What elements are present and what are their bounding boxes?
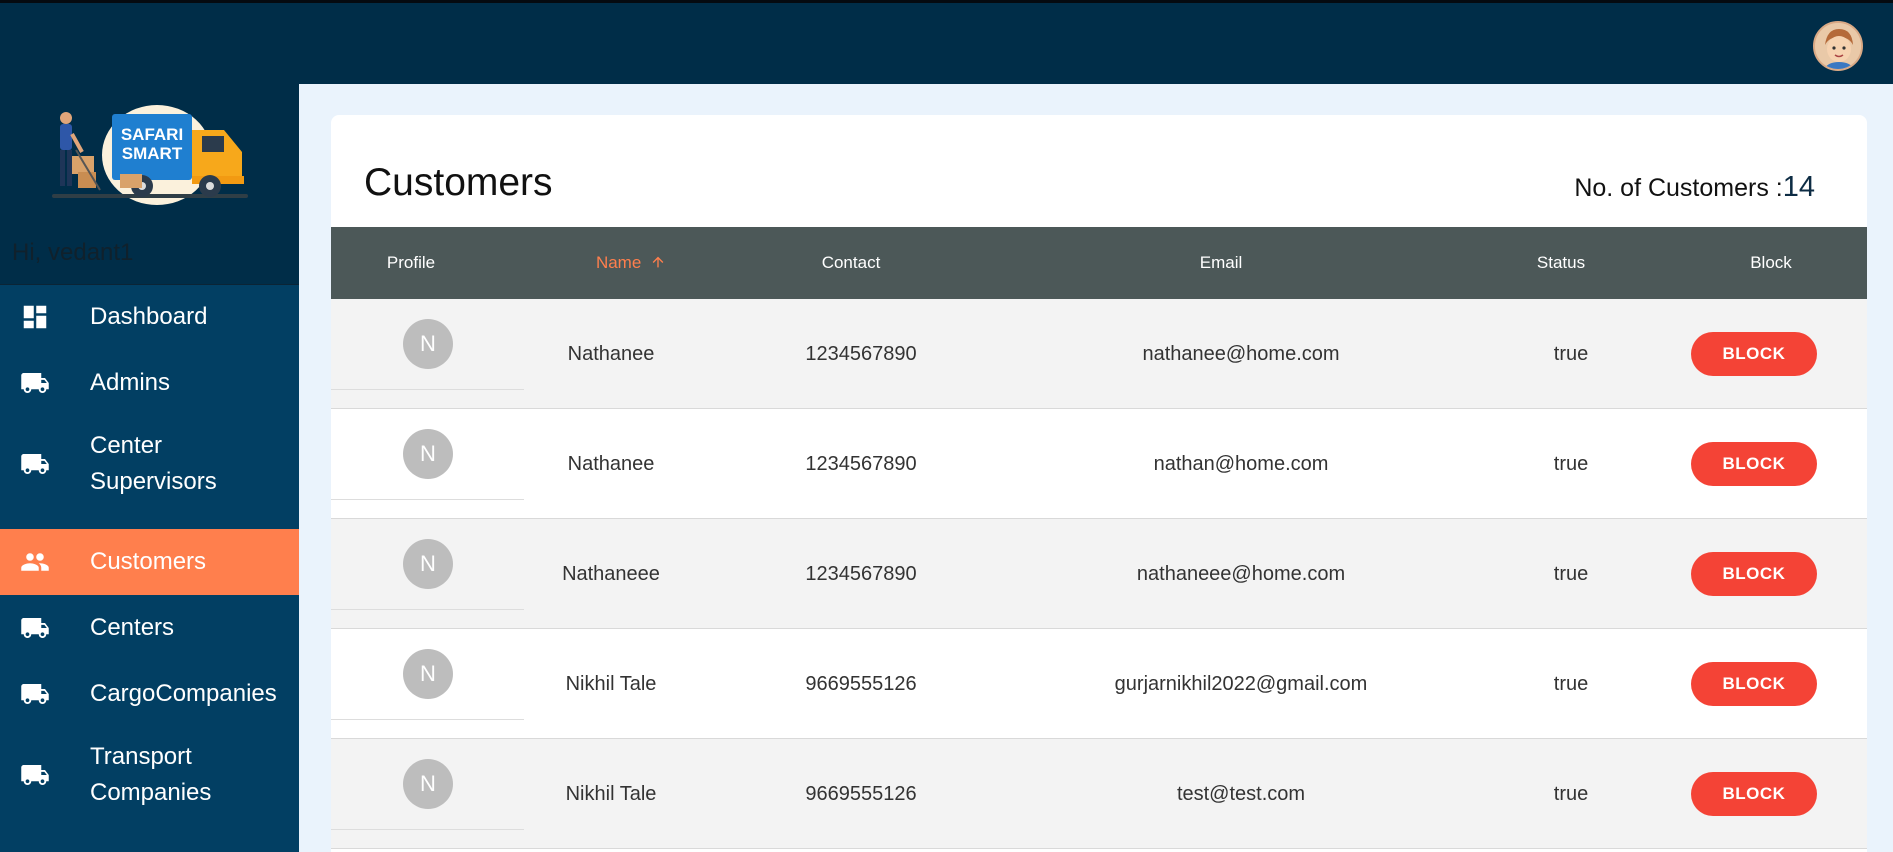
cell-email: nathan@home.com (1153, 453, 1329, 475)
sidebar-header: SAFARI SMART Hi, vedant1 (0, 84, 299, 285)
profile-cell: N (331, 299, 524, 390)
greeting-text: Hi, vedant1 (12, 239, 134, 266)
top-bar (0, 0, 1893, 84)
user-avatar[interactable] (1813, 21, 1863, 71)
customer-count-value: 14 (1782, 171, 1815, 203)
cell-contact: 1234567890 (805, 453, 917, 475)
cell-status: true (1553, 343, 1589, 365)
profile-avatar: N (403, 429, 453, 479)
profile-avatar: N (403, 319, 453, 369)
customer-count-label: No. of Customers : (1574, 174, 1783, 202)
cell-email: gurjarnikhil2022@gmail.com (1114, 673, 1368, 695)
table-row: N Nathanee 1234567890 nathanee@home.com … (331, 299, 1867, 409)
sidebar-item-label: Dashboard (90, 303, 208, 330)
cell-name: Nikhil Tale (565, 673, 657, 695)
table-row: N Nikhil Tale 9669555126 gurjarnikhil202… (331, 629, 1867, 739)
column-header-block: Block (1750, 253, 1792, 272)
customer-count: No. of Customers :14 (1574, 171, 1815, 204)
sidebar-item-label: Centers (90, 614, 175, 641)
safari-smart-logo: SAFARI SMART (52, 105, 248, 205)
column-header-profile: Profile (386, 253, 436, 272)
table-row: N Nathaneee 1234567890 nathaneee@home.co… (331, 519, 1867, 629)
sidebar-item-cargo-companies[interactable]: CargoCompanies (0, 661, 299, 727)
cell-contact: 9669555126 (805, 673, 917, 695)
cell-name: Nathanee (567, 343, 655, 365)
truck-icon (21, 373, 49, 393)
profile-cell: N (331, 629, 524, 720)
column-header-name-label: Name (595, 253, 642, 272)
cell-name: Nathaneee (562, 563, 660, 585)
block-button[interactable]: BLOCK (1691, 552, 1817, 596)
cell-contact: 1234567890 (805, 343, 917, 365)
column-header-status: Status (1536, 253, 1586, 272)
profile-cell: N (331, 739, 524, 830)
cell-contact: 1234567890 (805, 563, 917, 585)
table-row: N Nikhil Tale 9669555126 test@test.com t… (331, 739, 1867, 849)
logo-line-2: SMART (122, 144, 183, 163)
profile-cell: N (331, 519, 524, 610)
profile-avatar: N (403, 539, 453, 589)
sidebar-item-label: Center Supervisors (90, 432, 217, 495)
sidebar-item-label: Customers (90, 548, 207, 575)
profile-cell: N (331, 409, 524, 500)
column-header-contact: Contact (821, 253, 881, 272)
table-header: Profile Name Contact Email Status Block (331, 227, 1867, 299)
sidebar-item-transport-companies[interactable]: Transport Companies (0, 727, 299, 823)
sidebar-item-label: Admins (90, 369, 171, 396)
cell-email: nathaneee@home.com (1136, 563, 1346, 585)
cell-status: true (1553, 673, 1589, 695)
block-button[interactable]: BLOCK (1691, 332, 1817, 376)
block-button[interactable]: BLOCK (1691, 442, 1817, 486)
block-button[interactable]: BLOCK (1691, 662, 1817, 706)
logo-line-1: SAFARI (121, 125, 183, 144)
sidebar: SAFARI SMART Hi, vedant1 Dashboard Admin… (0, 84, 299, 852)
cell-contact: 9669555126 (805, 783, 917, 805)
user-face-icon (1815, 23, 1861, 69)
truck-icon (21, 454, 49, 474)
sidebar-item-dashboard[interactable]: Dashboard (0, 284, 299, 350)
truck-icon (21, 618, 49, 638)
column-header-email: Email (1199, 253, 1243, 272)
sidebar-item-label: CargoCompanies (90, 680, 277, 707)
block-button[interactable]: BLOCK (1691, 772, 1817, 816)
sidebar-item-label: Transport Companies (90, 743, 212, 806)
sidebar-item-centers[interactable]: Centers (0, 595, 299, 661)
cell-status: true (1553, 563, 1589, 585)
cell-name: Nathanee (567, 453, 655, 475)
profile-avatar: N (403, 649, 453, 699)
customers-panel: Customers No. of Customers :14 Profile N… (331, 115, 1867, 852)
sidebar-item-customers[interactable]: Customers (0, 529, 299, 595)
dashboard-icon (23, 305, 47, 329)
truck-icon (21, 765, 49, 785)
cell-status: true (1553, 783, 1589, 805)
cell-name: Nikhil Tale (565, 783, 657, 805)
cell-email: nathanee@home.com (1142, 343, 1340, 365)
truck-icon (21, 684, 49, 704)
people-icon (21, 553, 49, 571)
sidebar-item-center-supervisors[interactable]: Center Supervisors (0, 416, 299, 512)
profile-avatar: N (403, 759, 453, 809)
column-header-name[interactable]: Name (551, 227, 711, 299)
sidebar-item-admins[interactable]: Admins (0, 350, 299, 416)
cell-status: true (1553, 453, 1589, 475)
cell-email: test@test.com (1176, 783, 1306, 805)
arrow-up-icon (652, 256, 664, 268)
page-title: Customers (364, 161, 553, 204)
table-row: N Nathanee 1234567890 nathan@home.com tr… (331, 409, 1867, 519)
